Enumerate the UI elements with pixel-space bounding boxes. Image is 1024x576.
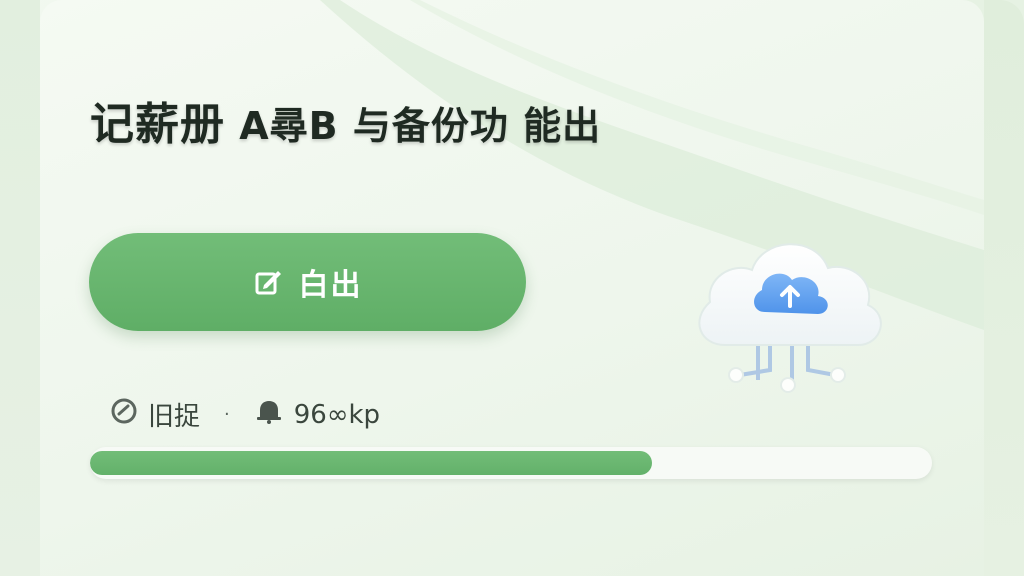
page-title: 记薪册 A尋B 与备份功 能出 [90,88,601,152]
export-button[interactable]: 白出 [89,233,526,331]
right-edge-panel [984,0,1024,576]
main-card: 记薪册 A尋B 与备份功 能出 白出 旧捉 · 96∞kp [40,0,984,576]
status-row: 旧捉 · 96∞kp [110,396,380,433]
file-size-text: 96∞kp [293,399,381,430]
left-edge-panel [0,0,40,576]
export-button-label: 白出 [298,268,363,303]
check-circle-icon [110,397,138,432]
bell-icon [254,397,284,432]
app-background: 记薪册 A尋B 与备份功 能出 白出 旧捉 · 96∞kp [0,0,1024,576]
status-separator: · [224,404,230,425]
progress-bar [90,447,932,479]
cloud-upload-icon [698,243,882,393]
edit-icon [253,266,285,298]
title-sub: A尋B 与备份功 能出 [239,104,602,148]
title-main: 记薪册 [90,99,225,150]
cloud-upload-illustration [670,210,890,400]
status-label: 旧捉 [148,402,201,432]
progress-fill [90,451,652,475]
